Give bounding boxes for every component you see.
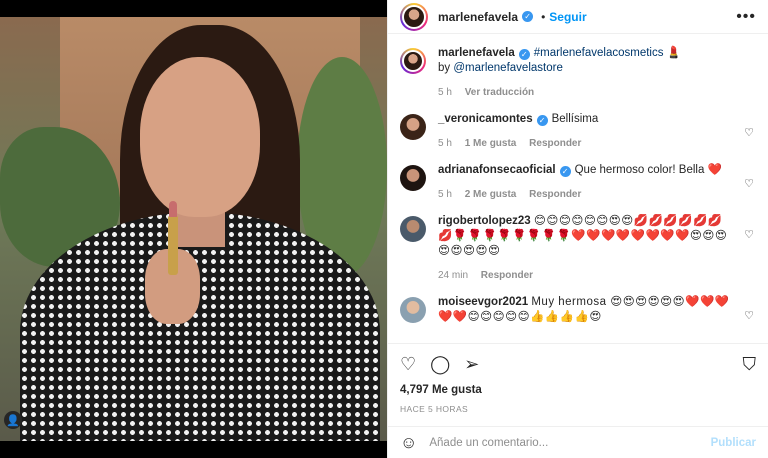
caption-mention[interactable]: @marlenefavelastore bbox=[453, 62, 562, 74]
comment-meta: 24 min Responder bbox=[438, 268, 736, 283]
comment-time[interactable]: 5 h bbox=[438, 189, 452, 200]
bookmark-icon[interactable]: ⛉ bbox=[743, 354, 757, 375]
comment-text: Que hermoso color! Bella ❤️ bbox=[574, 164, 722, 176]
caption-by: by bbox=[438, 62, 451, 74]
post-header: marlenefavela ✓ • Seguir ••• bbox=[388, 0, 768, 34]
comment-item: adrianafonsecaoficial ✓ Que hermoso color!… bbox=[400, 151, 756, 202]
translate-link[interactable]: Ver traducción bbox=[465, 87, 534, 98]
post-sidebar: marlenefavela ✓ • Seguir ••• marlenefave… bbox=[387, 0, 768, 458]
verified-icon: ✓ bbox=[536, 115, 548, 126]
avatar[interactable] bbox=[400, 165, 426, 191]
add-comment-bar: ☺ Publicar bbox=[388, 426, 768, 458]
caption-hashtag[interactable]: #marlenefavelacosmetics 💄 bbox=[534, 47, 681, 59]
comment-text: Bellísima bbox=[551, 113, 599, 125]
avatar[interactable] bbox=[400, 114, 426, 140]
verified-icon: ✓ bbox=[522, 11, 534, 22]
comment-meta: 5 h 1 Me gusta Responder bbox=[438, 136, 736, 151]
share-icon[interactable]: ➢ bbox=[464, 354, 479, 375]
likes-count[interactable]: 4,797 Me gusta bbox=[400, 384, 756, 396]
photo-face bbox=[140, 57, 260, 217]
comment-icon[interactable]: ◯ bbox=[430, 354, 450, 375]
comment-item: moiseevgor2021 Muy hermosa 😍😍😍😍😍😍❤️❤️❤️❤… bbox=[400, 283, 756, 325]
post-photo-pane: 👤 bbox=[0, 0, 387, 458]
comment-username[interactable]: adrianafonsecaoficial bbox=[438, 164, 556, 176]
comment-likes[interactable]: 1 Me gusta bbox=[465, 138, 517, 149]
comment-likes[interactable]: 2 Me gusta bbox=[465, 189, 517, 200]
more-options-icon[interactable]: ••• bbox=[736, 8, 756, 26]
comment-time[interactable]: 5 h bbox=[438, 138, 452, 149]
reply-button[interactable]: Responder bbox=[481, 270, 533, 281]
caption: marlenefavela ✓ #marlenefavelacosmetics 💄 … bbox=[400, 34, 756, 100]
comment-username[interactable]: moiseevgor2021 bbox=[438, 296, 528, 308]
verified-icon: ✓ bbox=[559, 166, 571, 177]
caption-meta: 5 h Ver traducción bbox=[438, 85, 736, 100]
follow-button[interactable]: Seguir bbox=[549, 10, 586, 24]
user-tag-icon[interactable]: 👤 bbox=[4, 411, 22, 429]
like-comment-heart-icon[interactable]: ♡ bbox=[744, 126, 754, 139]
comment-time[interactable]: 24 min bbox=[438, 270, 468, 281]
heart-icon[interactable]: ♡ bbox=[400, 354, 416, 375]
like-comment-heart-icon[interactable]: ♡ bbox=[744, 177, 754, 190]
verified-icon: ✓ bbox=[518, 49, 530, 60]
avatar[interactable] bbox=[400, 48, 426, 74]
separator-dot: • bbox=[541, 9, 546, 24]
avatar[interactable] bbox=[400, 216, 426, 242]
caption-time[interactable]: 5 h bbox=[438, 87, 452, 98]
comment-input[interactable] bbox=[429, 436, 711, 449]
post-time[interactable]: HACE 5 HORAS bbox=[400, 404, 756, 414]
action-icons: ♡ ◯ ➢ ⛉ bbox=[400, 350, 756, 378]
like-comment-heart-icon[interactable]: ♡ bbox=[744, 228, 754, 241]
emoji-icon[interactable]: ☺ bbox=[400, 433, 417, 453]
like-comment-heart-icon[interactable]: ♡ bbox=[744, 309, 754, 322]
comment-username[interactable]: rigobertolopez23 bbox=[438, 215, 531, 227]
comment-meta: 5 h 2 Me gusta Responder bbox=[438, 187, 736, 202]
reply-button[interactable]: Responder bbox=[529, 189, 581, 200]
comments-list[interactable]: marlenefavela ✓ #marlenefavelacosmetics 💄 … bbox=[388, 34, 768, 338]
caption-username[interactable]: marlenefavela bbox=[438, 47, 515, 59]
publish-button[interactable]: Publicar bbox=[711, 437, 756, 449]
comment-item: _veronicamontes ✓ Bellísima 5 h 1 Me gusta… bbox=[400, 100, 756, 151]
avatar[interactable] bbox=[400, 2, 428, 31]
comment-item: rigobertolopez23 😊😊😊😊😊😊😍😍💋💋💋💋💋💋💋🌹🌹🌹🌹🌹🌹🌹🌹… bbox=[400, 202, 756, 283]
avatar[interactable] bbox=[400, 297, 426, 323]
header-username[interactable]: marlenefavela bbox=[438, 10, 518, 24]
comment-username[interactable]: _veronicamontes bbox=[438, 113, 533, 125]
reply-button[interactable]: Responder bbox=[529, 138, 581, 149]
photo-lipstick bbox=[168, 201, 178, 275]
post-photo[interactable] bbox=[0, 17, 387, 441]
